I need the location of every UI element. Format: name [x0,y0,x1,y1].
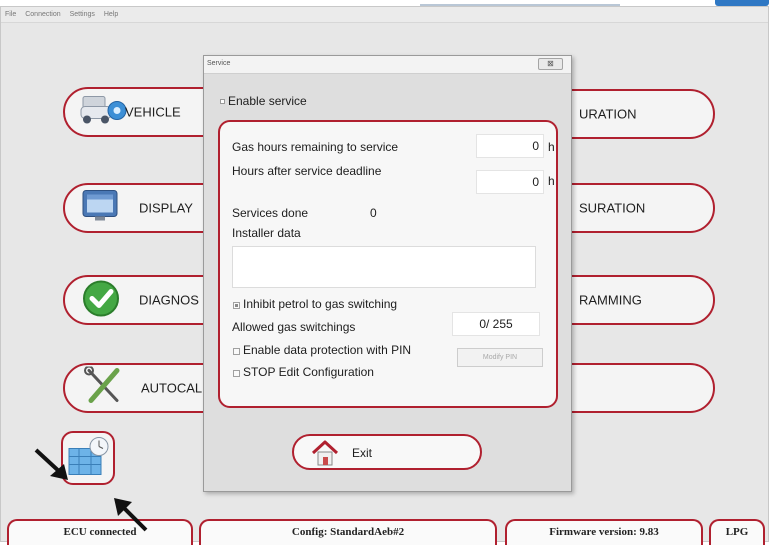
data-protection-checkbox[interactable] [233,348,240,355]
installer-data-label: Installer data [232,226,301,240]
services-done-label: Services done [232,206,309,220]
gas-hours-unit: h [548,140,555,154]
status-firmware: Firmware version: 9.83 [505,519,703,545]
display-label: DISPLAY [139,200,193,216]
configuration-label-1: URATION [579,106,637,122]
modify-pin-button[interactable]: Modify PIN [457,348,543,367]
gas-hours-label: Gas hours remaining to service [232,140,399,154]
gas-hours-field[interactable]: 0 [476,134,544,158]
inhibit-switching-label: Inhibit petrol to gas switching [243,297,398,311]
green-check-icon [81,279,121,322]
arrow-up-left-icon [114,498,148,532]
inhibit-switching-checkbox[interactable] [233,302,240,309]
menu-help[interactable]: Help [104,11,118,18]
hours-after-unit: h [548,174,555,188]
installer-data-field[interactable] [232,246,536,288]
status-connection: ECU connected [7,519,193,545]
diagnostics-label: DIAGNOS [139,292,199,308]
service-panel: Gas hours remaining to service 0 h Hours… [218,120,558,408]
autocal-label: AUTOCAL [141,380,203,396]
stop-edit-label: STOP Edit Configuration [243,365,374,379]
dialog-title-bar: Service ⊠ [204,56,571,74]
home-icon [310,439,340,472]
car-gear-icon [79,93,129,132]
allowed-switchings-field[interactable]: 0/ 255 [452,312,540,336]
vehicle-label: VEHICLE [125,104,181,120]
hours-after-field[interactable]: 0 [476,170,544,194]
services-done-value: 0 [370,206,377,220]
exit-button[interactable]: Exit [292,434,482,470]
status-fuel: LPG [709,519,765,545]
status-config: Config: StandardAeb#2 [199,519,497,545]
dialog-title: Service [207,60,231,67]
calendar-clock-icon [67,435,111,482]
menu-bar: File Connection Settings Help [1,7,768,23]
enable-service-label: Enable service [228,94,307,108]
data-protection-label: Enable data protection with PIN [243,343,412,357]
close-icon[interactable]: ⊠ [538,58,563,70]
enable-service-checkbox[interactable] [220,99,225,104]
menu-file[interactable]: File [5,11,16,18]
service-dialog: Service ⊠ Enable service Gas hours remai… [203,55,572,492]
arrow-down-right-icon [34,448,68,480]
menu-connection[interactable]: Connection [25,11,60,18]
tools-icon [83,365,127,410]
monitor-icon [81,189,121,228]
programming-label: RAMMING [579,292,642,308]
hours-after-label: Hours after service deadline [232,164,382,178]
stop-edit-checkbox[interactable] [233,370,240,377]
allowed-switchings-label: Allowed gas switchings [232,320,356,334]
menu-settings[interactable]: Settings [70,11,95,18]
configuration-label-2: SURATION [579,200,646,216]
exit-label: Exit [352,446,373,460]
